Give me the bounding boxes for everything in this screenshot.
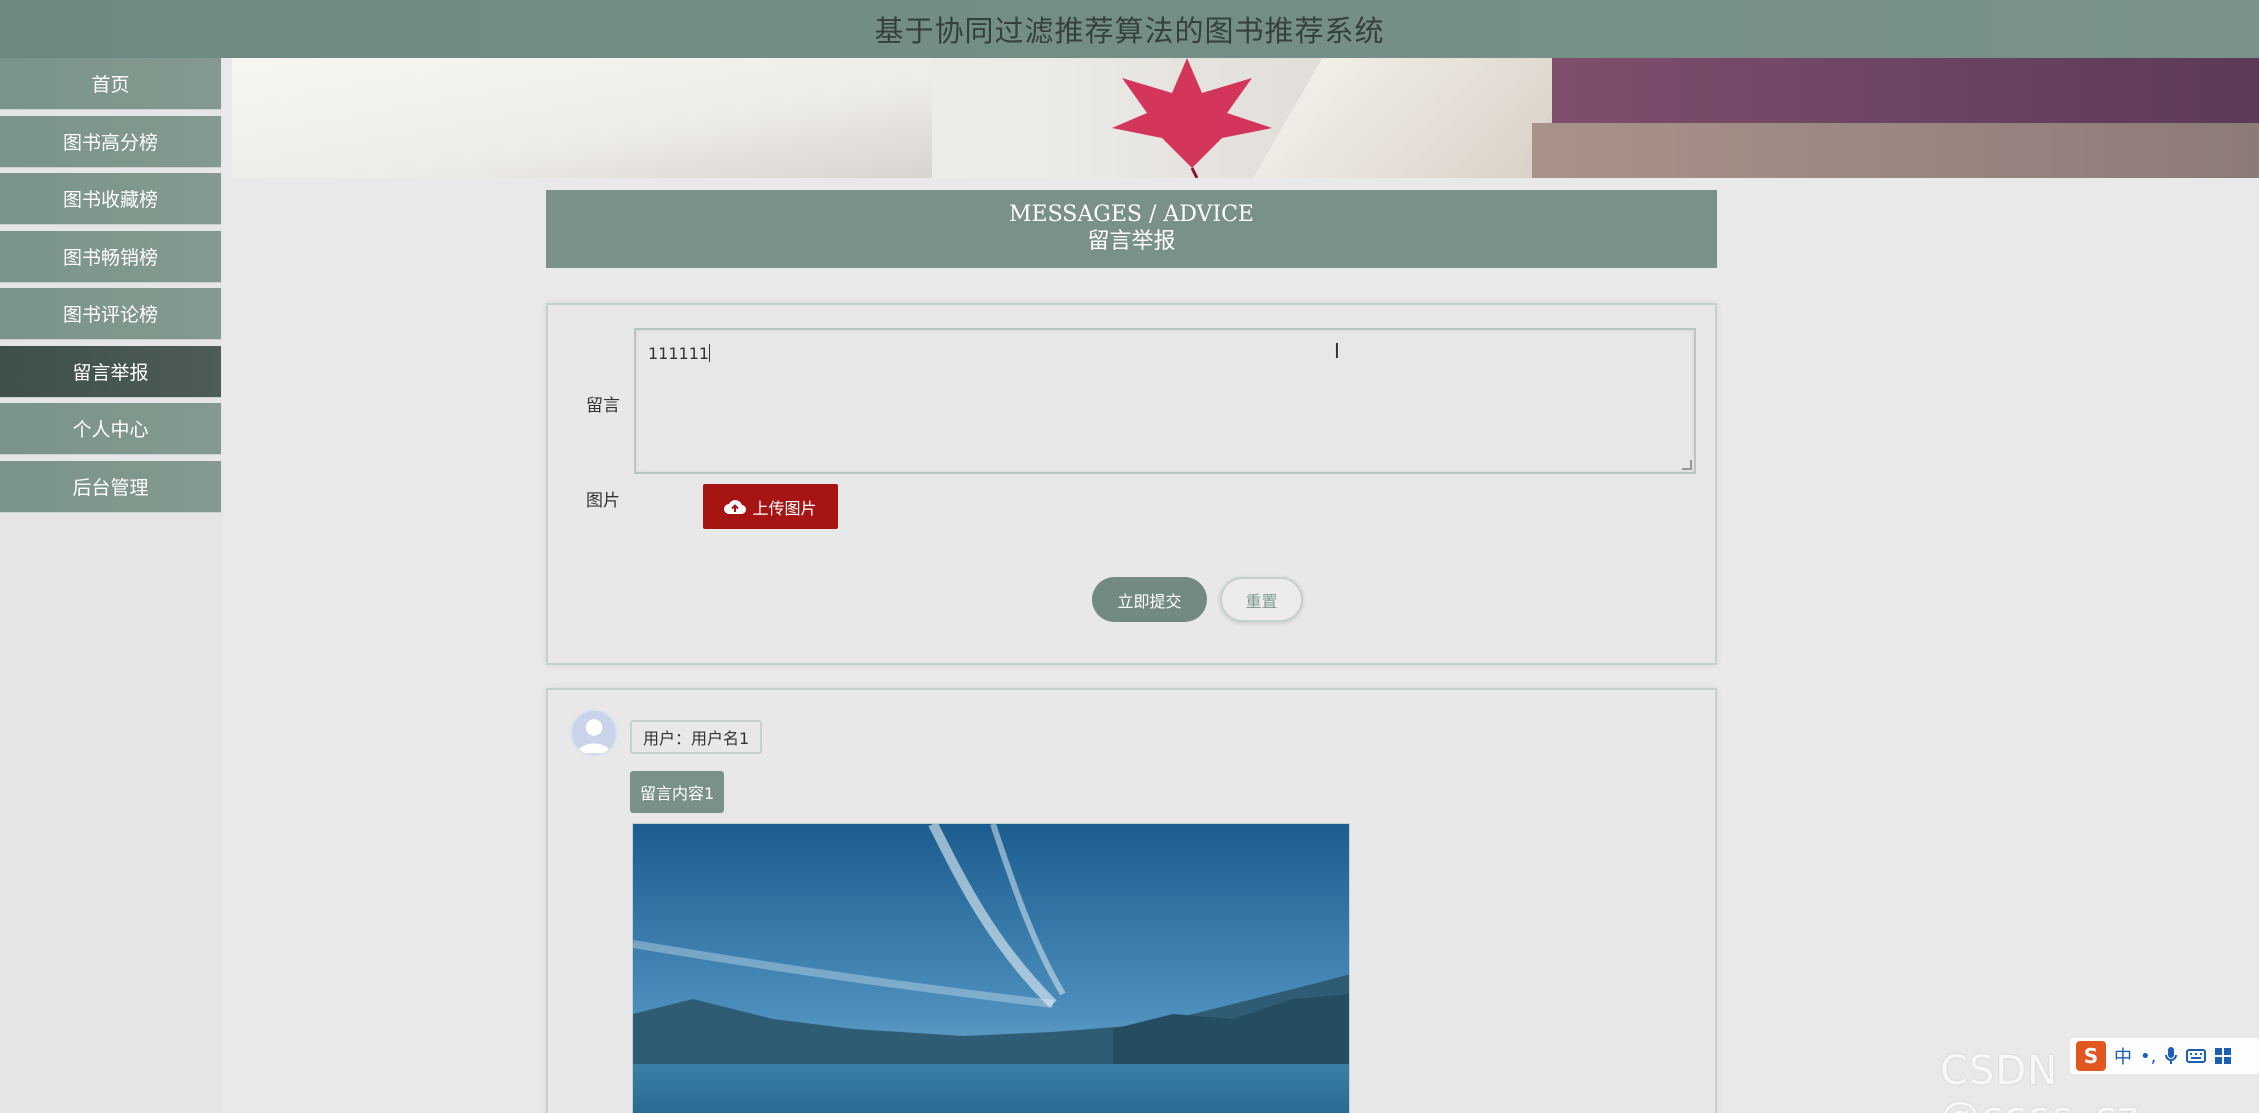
upload-image-button[interactable]: 上传图片 [703,484,838,529]
message-user-name: 用户：用户名1 [630,720,763,754]
submit-button[interactable]: 立即提交 [1092,577,1207,622]
sidebar-item-top-rated[interactable]: 图书高分榜 [0,115,221,168]
section-title-en: MESSAGES / ADVICE [1009,202,1254,227]
ime-toolbar[interactable]: S 中 •, [2070,1038,2259,1074]
book-cover-image [1552,58,2259,123]
keyboard-icon[interactable] [2186,1048,2207,1064]
grid-icon[interactable] [2214,1047,2232,1065]
upload-cloud-icon [724,499,747,514]
sogou-logo-icon: S [2076,1041,2106,1071]
sidebar-item-home[interactable]: 首页 [0,58,221,110]
sidebar-item-admin[interactable]: 后台管理 [0,460,221,513]
text-caret [709,344,711,362]
message-form: 留言 111111 I 图片 上传图片 立即提交 重置 [546,303,1717,665]
text-cursor-icon: I [1334,339,1340,363]
banner-image [232,58,2259,178]
sidebar-item-profile[interactable]: 个人中心 [0,403,221,455]
section-title-zh: 留言举报 [1087,229,1176,254]
sidebar-item-most-collected[interactable]: 图书收藏榜 [0,173,221,225]
image-label: 图片 [586,491,620,511]
message-list: 用户：用户名1 留言内容1 [546,688,1717,1113]
top-header: 基于协同过滤推荐算法的图书推荐系统 [0,0,2259,58]
sidebar-item-most-commented[interactable]: 图书评论榜 [0,288,221,340]
microphone-icon[interactable] [2164,1046,2178,1066]
message-label: 留言 [586,396,620,416]
message-textarea[interactable]: 111111 [634,328,1696,474]
ime-mode-indicator[interactable]: 中 [2114,1043,2132,1069]
sidebar-item-messages[interactable]: 留言举报 [0,345,221,398]
message-text: 111111 [648,344,710,363]
user-avatar-icon [570,709,618,757]
upload-button-label: 上传图片 [752,498,817,518]
sidebar-nav: 首页 图书高分榜 图书收藏榜 图书畅销榜 图书评论榜 留言举报 个人中心 后台管… [0,58,222,1113]
textarea-resize-handle[interactable] [1682,460,1692,470]
message-image[interactable] [632,823,1350,1113]
sidebar-item-best-selling[interactable]: 图书畅销榜 [0,230,221,283]
message-content: 留言内容1 [630,771,725,813]
site-title: 基于协同过滤推荐算法的图书推荐系统 [874,14,1385,48]
ime-punct-indicator[interactable]: •, [2140,1046,2156,1067]
section-header: MESSAGES / ADVICE 留言举报 [546,190,1717,268]
reset-button[interactable]: 重置 [1220,577,1303,622]
